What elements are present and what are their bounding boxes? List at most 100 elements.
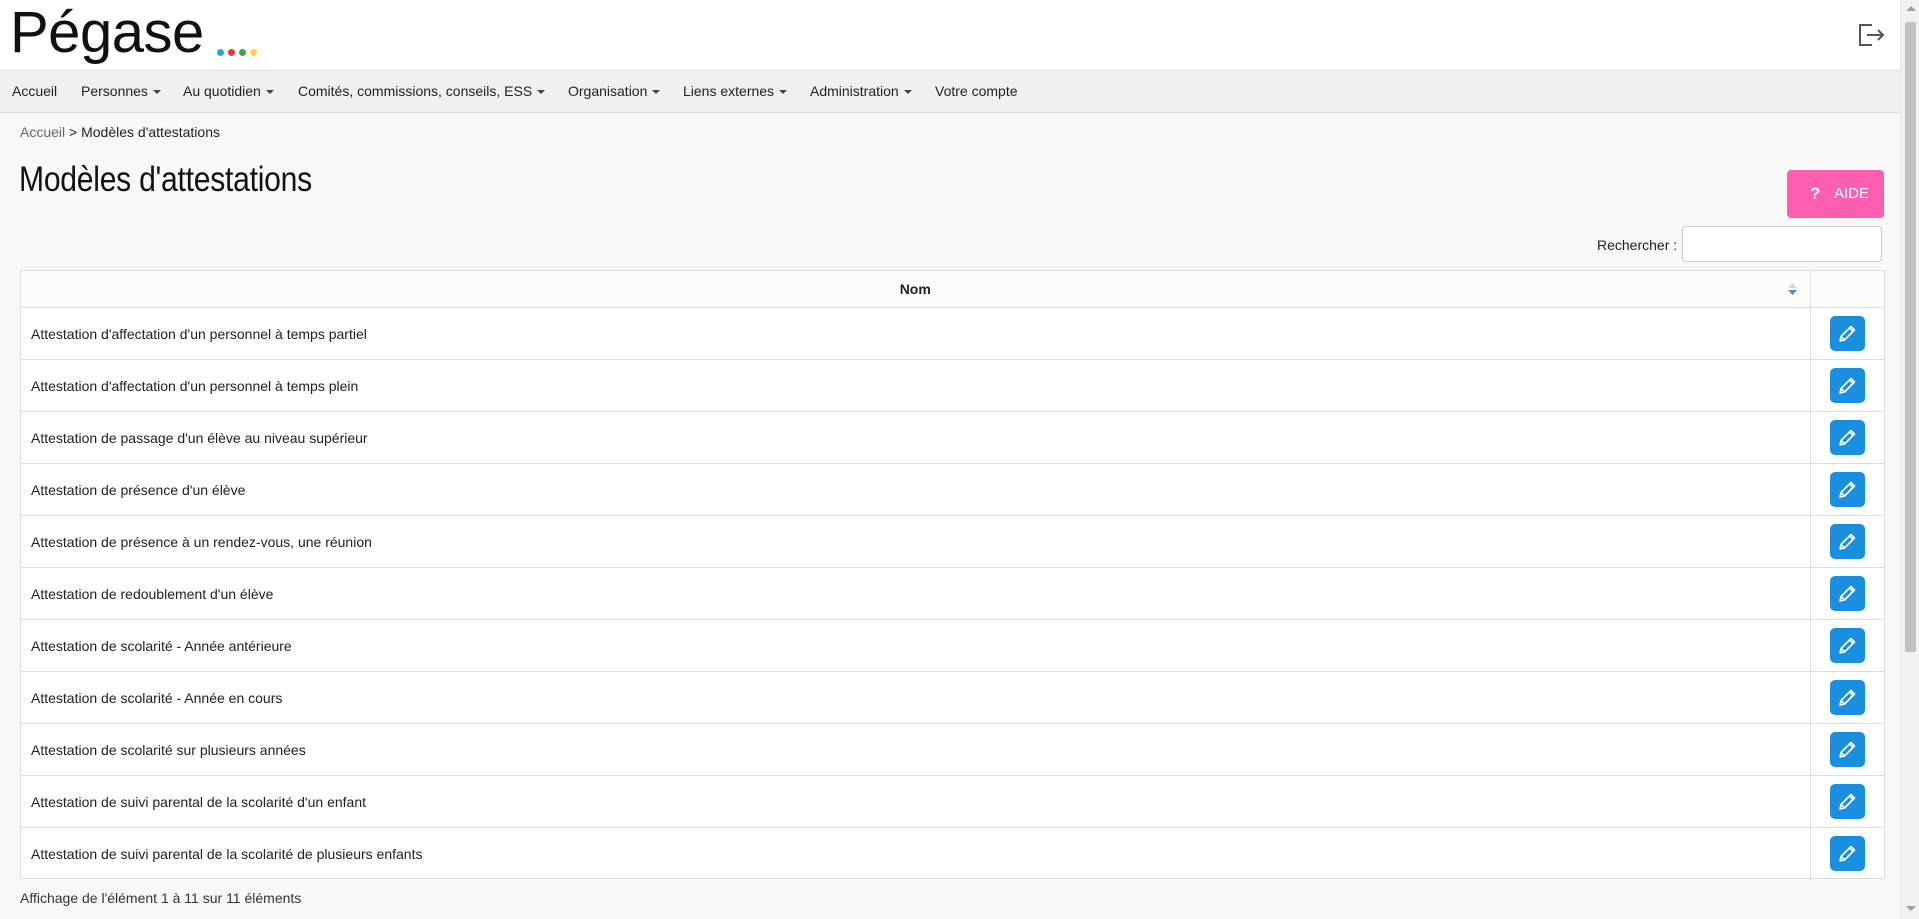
caret-down-icon <box>537 90 546 95</box>
column-header-label: Nom <box>899 281 931 297</box>
edit-button[interactable] <box>1829 680 1865 715</box>
table-row: Attestation d'affectation d'un personnel… <box>21 307 1884 360</box>
table-row: Attestation de suivi parental de la scol… <box>21 827 1884 879</box>
pencil-icon <box>1838 689 1856 706</box>
help-button[interactable]: ? AIDE <box>1787 170 1884 218</box>
row-name: Attestation de scolarité - Année en cour… <box>21 671 1811 724</box>
pencil-icon <box>1838 741 1856 758</box>
breadcrumb: Accueil > Modèles d'attestations <box>20 124 220 140</box>
nav-label: Accueil <box>12 83 58 99</box>
row-name: Attestation d'affectation d'un personnel… <box>21 307 1811 360</box>
nav-organisation[interactable]: Organisation <box>568 71 661 112</box>
scroll-up-arrow-icon[interactable] <box>1906 6 1916 11</box>
question-icon: ? <box>1810 184 1821 203</box>
caret-down-icon <box>152 90 161 95</box>
column-header-actions <box>1810 271 1884 308</box>
nav-comites[interactable]: Comités, commissions, conseils, ESS <box>298 71 546 112</box>
row-actions <box>1810 359 1884 412</box>
pencil-icon <box>1838 325 1856 342</box>
row-name: Attestation de suivi parental de la scol… <box>21 827 1811 879</box>
edit-button[interactable] <box>1829 576 1865 611</box>
table-row: Attestation de scolarité - Année en cour… <box>21 671 1884 724</box>
table-row: Attestation de présence à un rendez-vous… <box>21 515 1884 568</box>
edit-button[interactable] <box>1829 368 1865 403</box>
pegase-logo[interactable]: Pégase <box>10 0 257 70</box>
table-row: Attestation de passage d'un élève au niv… <box>21 411 1884 464</box>
logo-dot <box>250 49 257 56</box>
page-title: Modèles d'attestations <box>19 160 312 199</box>
header-bar: Pégase <box>0 0 1900 71</box>
pencil-icon <box>1838 793 1856 810</box>
row-name: Attestation de redoublement d'un élève <box>21 567 1811 620</box>
row-actions <box>1810 619 1884 672</box>
nav-label: Organisation <box>568 83 648 99</box>
edit-button[interactable] <box>1829 628 1865 663</box>
edit-button[interactable] <box>1829 524 1865 559</box>
scrollbar-thumb[interactable] <box>1905 22 1916 652</box>
row-actions <box>1810 411 1884 464</box>
logo-dots <box>217 43 261 61</box>
scroll-down-arrow-icon[interactable] <box>1906 906 1916 911</box>
nav-au-quotidien[interactable]: Au quotidien <box>183 71 274 112</box>
pencil-icon <box>1838 481 1856 498</box>
scrollbar[interactable] <box>1900 0 1919 919</box>
caret-down-icon <box>779 90 788 95</box>
pencil-icon <box>1838 533 1856 550</box>
row-name: Attestation de suivi parental de la scol… <box>21 775 1811 828</box>
nav-label: Administration <box>810 83 899 99</box>
row-name: Attestation de scolarité - Année antérie… <box>21 619 1811 672</box>
table-row: Attestation de redoublement d'un élève <box>21 567 1884 620</box>
row-actions <box>1810 307 1884 360</box>
logo-dot <box>217 49 224 56</box>
row-actions <box>1810 463 1884 516</box>
nav-label: Liens externes <box>683 83 775 99</box>
edit-button[interactable] <box>1829 472 1865 507</box>
nav-label: Personnes <box>81 83 148 99</box>
edit-button[interactable] <box>1829 420 1865 455</box>
row-name: Attestation de présence à un rendez-vous… <box>21 515 1811 568</box>
nav-votre-compte[interactable]: Votre compte <box>935 71 1018 112</box>
nav-personnes[interactable]: Personnes <box>81 71 161 112</box>
caret-down-icon <box>903 90 912 95</box>
table-row: Attestation de suivi parental de la scol… <box>21 775 1884 828</box>
nav-label: Votre compte <box>935 83 1018 99</box>
logo-text: Pégase <box>10 0 204 65</box>
nav-liens-externes[interactable]: Liens externes <box>683 71 788 112</box>
breadcrumb-home[interactable]: Accueil <box>20 124 65 140</box>
caret-down-icon <box>652 90 661 95</box>
table-row: Attestation de présence d'un élève <box>21 463 1884 516</box>
search-label: Rechercher : <box>1597 237 1678 253</box>
edit-button[interactable] <box>1829 732 1865 767</box>
search-input[interactable] <box>1682 226 1882 262</box>
nav-label: Au quotidien <box>183 83 261 99</box>
nav-label: Comités, commissions, conseils, ESS <box>298 83 533 99</box>
table-row: Attestation d'affectation d'un personnel… <box>21 359 1884 412</box>
row-actions <box>1810 515 1884 568</box>
sort-icon <box>1787 283 1797 295</box>
edit-button[interactable] <box>1829 316 1865 351</box>
pencil-icon <box>1838 637 1856 654</box>
pencil-icon <box>1838 845 1856 862</box>
pencil-icon <box>1838 585 1856 602</box>
column-header-nom[interactable]: Nom <box>21 271 1811 308</box>
logout-icon[interactable] <box>1856 21 1886 49</box>
main-nav: Accueil Personnes Au quotidien Comités, … <box>0 71 1900 113</box>
nav-administration[interactable]: Administration <box>810 71 912 112</box>
row-name: Attestation de présence d'un élève <box>21 463 1811 516</box>
row-actions <box>1810 827 1884 879</box>
attestations-table: Nom Attestation d'affectation d'un perso… <box>20 270 1885 879</box>
row-actions <box>1810 671 1884 724</box>
breadcrumb-current: Modèles d'attestations <box>81 124 220 140</box>
logo-dot <box>239 49 246 56</box>
edit-button[interactable] <box>1829 784 1865 819</box>
row-actions <box>1810 723 1884 776</box>
help-button-label: AIDE <box>1834 185 1870 202</box>
table-row: Attestation de scolarité - Année antérie… <box>21 619 1884 672</box>
row-name: Attestation de scolarité sur plusieurs a… <box>21 723 1811 776</box>
breadcrumb-separator: > <box>69 124 78 140</box>
logo-dot <box>228 49 235 56</box>
nav-accueil[interactable]: Accueil <box>12 71 57 112</box>
table-info: Affichage de l'élément 1 à 11 sur 11 élé… <box>20 890 302 906</box>
edit-button[interactable] <box>1829 836 1865 871</box>
caret-down-icon <box>265 90 274 95</box>
